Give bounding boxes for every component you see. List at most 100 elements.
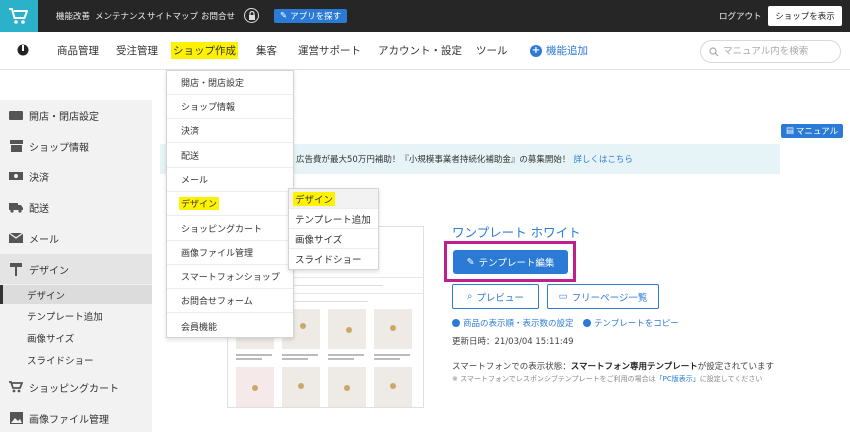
manual-search-input[interactable] [723,46,833,57]
top-link-maintenance[interactable]: メンテナンス [95,10,146,22]
lock-icon[interactable] [244,8,259,23]
sidebar-item-label: 開店・閉店設定 [29,111,99,123]
dropdown-item-design[interactable]: デザイン [167,192,293,216]
sidebar: 開店・閉店設定 ショップ情報 決済 配送 メール デザイン デザイン テンプレー… [0,100,152,432]
template-edit-label: テンプレート編集 [478,258,555,269]
dropdown-item-shopping-cart[interactable]: ショッピングカート [167,217,293,241]
logout-link[interactable]: ログアウト [719,10,762,22]
template-name-link[interactable]: ワンプレート ホワイト [452,222,581,241]
dropdown-item-shop-info[interactable]: ショップ情報 [167,95,293,119]
document-icon: ▤ [785,126,794,136]
image-icon [9,412,23,424]
search-icon [709,46,719,56]
dropdown-item-payment[interactable]: 決済 [167,119,293,143]
dropdown-item-open-close[interactable]: 開店・閉店設定 [167,71,293,95]
preview-button-label: プレビュー [476,292,524,304]
sp-note-suffix: が設定されています [697,362,774,372]
gear-icon [583,319,591,327]
nav-product-management[interactable]: 商品管理 [55,42,101,59]
nav-shop-creation[interactable]: ショップ作成 [171,42,238,59]
dropdown-item-mail[interactable]: メール [167,168,293,192]
find-app-button[interactable]: ✎ アプリを探す [274,9,348,23]
dropdown-item-contact-form[interactable]: お問合せフォーム [167,289,293,313]
brand-icon[interactable] [17,44,29,56]
copy-template-label: テンプレートをコピー [594,319,679,329]
sidebar-item-label: ショッピングカート [29,383,119,395]
sidebar-sub-design[interactable]: デザイン [0,285,152,304]
sidebar-sub-template-add[interactable]: テンプレート追加 [0,306,152,325]
sidebar-item-shipping[interactable]: 配送 [0,192,152,222]
view-shop-button[interactable]: ショップを表示 [768,6,842,26]
manual-button[interactable]: ▤ マニュアル [781,124,843,138]
submenu-item-design-label: デザイン [293,191,336,206]
updated-timestamp: 更新日時：21/03/04 15:11:49 [452,337,574,347]
plus-icon: + [530,44,542,57]
gear-icon [452,319,460,327]
display-order-settings-label: 商品の表示順・表示数の設定 [463,319,574,329]
submenu-item-image-size[interactable]: 画像サイズ [289,229,378,249]
sp-small-prefix: ※ スマートフォンでレスポンシブテンプレートをご利用の場合は [452,375,656,383]
main-nav: 商品管理 受注管理 ショップ作成 集客 運営サポート アカウント・設定 ツール … [0,32,850,70]
cart-logo-icon[interactable] [0,0,38,32]
money-icon [9,170,23,182]
dropdown-item-shipping[interactable]: 配送 [167,144,293,168]
open-sign-icon [9,109,23,121]
nav-operation-support[interactable]: 運営サポート [296,42,363,59]
top-link-contact[interactable]: お問合せ [201,10,235,22]
sp-note-prefix: スマートフォンでの表示状態： [452,362,571,372]
document-icon: ▭ [558,291,568,302]
sidebar-item-image-files[interactable]: 画像ファイル管理 [0,403,152,432]
pc-view-link[interactable]: 「PC版表示」 [656,375,700,383]
sidebar-item-label: 配送 [29,203,49,215]
nav-account-settings[interactable]: アカウント・設定 [376,42,464,59]
sidebar-item-open-close[interactable]: 開店・閉店設定 [0,100,152,130]
sidebar-item-shopping-cart[interactable]: ショッピングカート [0,372,152,402]
manual-button-label: マニュアル [795,127,839,137]
design-submenu: デザイン テンプレート追加 画像サイズ スライドショー [288,188,379,270]
submenu-item-template-add[interactable]: テンプレート追加 [289,209,378,229]
preview-button[interactable]: ⌕ プレビュー [452,284,539,309]
sidebar-item-payment[interactable]: 決済 [0,161,152,191]
paint-roller-icon [9,262,23,276]
envelope-icon [9,232,23,244]
submenu-item-slideshow[interactable]: スライドショー [289,249,378,269]
sidebar-item-label: メール [29,234,59,246]
copy-template-link[interactable]: テンプレートをコピー [583,317,679,329]
nav-tools[interactable]: ツール [474,42,510,59]
sidebar-item-design[interactable]: デザイン [0,254,152,284]
top-bar: 機能改善 メンテナンス サイトマップ お問合せ ✎ アプリを探す ログアウト シ… [0,0,850,32]
sp-note-template: スマートフォン専用テンプレート [570,362,698,372]
nav-order-management[interactable]: 受注管理 [114,42,160,59]
sidebar-sub-image-size[interactable]: 画像サイズ [0,328,152,347]
banner-text: 広告費が最大50万円補助！『小規模事業者持続化補助金』の募集開始！ [296,155,571,165]
nav-add-feature-label: 機能追加 [546,45,588,57]
nav-marketing[interactable]: 集客 [254,42,279,59]
store-icon [9,140,23,152]
truck-icon [9,201,23,213]
banner-details-link[interactable]: 詳しくはこちら [573,153,633,165]
template-edit-button[interactable]: ✎ テンプレート編集 [453,250,568,274]
dropdown-item-image-files[interactable]: 画像ファイル管理 [167,241,293,265]
dropdown-item-smartphone-shop[interactable]: スマートフォンショップ [167,265,293,289]
manual-search[interactable] [700,40,841,63]
top-link-sitemap[interactable]: サイトマップ [147,10,198,22]
sidebar-sub-slideshow[interactable]: スライドショー [0,350,152,369]
magnifier-icon: ⌕ [467,291,473,302]
free-page-list-button[interactable]: ▭ フリーページ一覧 [547,284,659,309]
sidebar-item-mail[interactable]: メール [0,223,152,253]
sidebar-item-label: 決済 [29,172,49,184]
pen-icon: ✎ [280,11,288,21]
display-order-settings-link[interactable]: 商品の表示順・表示数の設定 [452,317,574,329]
cart-icon [9,381,23,393]
submenu-item-design[interactable]: デザイン [289,189,378,209]
sidebar-item-label: デザイン [29,265,69,277]
free-page-list-label: フリーページ一覧 [571,292,648,304]
dropdown-item-membership[interactable]: 会員機能 [167,314,293,338]
find-app-label: アプリを探す [290,12,342,22]
sidebar-item-shop-info[interactable]: ショップ情報 [0,131,152,161]
nav-add-feature[interactable]: + 機能追加 [528,42,590,59]
edit-icon: ✎ [466,256,475,268]
shop-creation-dropdown: 開店・閉店設定 ショップ情報 決済 配送 メール デザイン ショッピングカート … [166,70,294,338]
top-link-improvement[interactable]: 機能改善 [56,10,90,22]
smartphone-display-status: スマートフォンでの表示状態：スマートフォン専用テンプレートが設定されています [452,360,774,372]
